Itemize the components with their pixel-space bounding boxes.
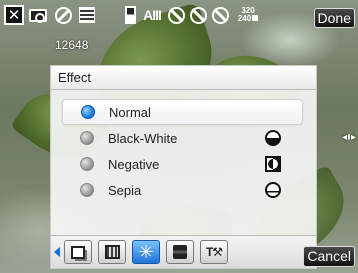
status-bar: ✕ AIII 320 240 Done <box>0 0 358 34</box>
tools-tab[interactable]: T⚒ <box>200 240 228 264</box>
sepia-icon <box>265 182 281 198</box>
option-label: Normal <box>109 104 151 120</box>
effect-dialog: Effect Normal Black-White Negative Sepia… <box>50 65 317 269</box>
radio-selected-icon[interactable] <box>81 105 95 119</box>
option-label: Negative <box>108 156 160 172</box>
stamp-tab[interactable] <box>166 240 194 264</box>
no-timer-icon[interactable] <box>166 5 186 25</box>
option-black-white[interactable]: Black-White <box>62 125 303 151</box>
negative-icon <box>265 156 281 172</box>
option-negative[interactable]: Negative <box>62 151 303 177</box>
resolution-indicator[interactable]: 320 240 <box>234 5 262 25</box>
black-white-icon <box>265 130 281 146</box>
cancel-button[interactable]: Cancel <box>303 246 355 267</box>
option-sepia[interactable]: Sepia <box>62 177 303 203</box>
no-burst-icon[interactable] <box>210 5 230 25</box>
resolution-height: 240 <box>238 15 259 23</box>
effect-option-list: Normal Black-White Negative Sepia <box>51 90 316 203</box>
stamp-icon <box>173 245 187 259</box>
scroll-left-arrow-icon[interactable] <box>54 247 60 257</box>
radio-icon[interactable] <box>80 157 94 171</box>
close-icon[interactable]: ✕ <box>4 5 24 25</box>
side-scroll-handle[interactable]: ◂ ▸ <box>342 128 356 146</box>
frame-icon <box>104 245 120 259</box>
tools-icon: T⚒ <box>205 245 223 259</box>
option-label: Black-White <box>108 130 178 146</box>
quality-icon[interactable] <box>78 5 96 25</box>
pages-tab[interactable] <box>64 240 92 264</box>
option-label: Sepia <box>108 182 142 198</box>
option-normal[interactable]: Normal <box>62 99 303 125</box>
flash-off-icon[interactable] <box>53 5 73 25</box>
radio-icon[interactable] <box>80 131 94 145</box>
shot-counter: 12648 <box>55 38 89 52</box>
dialog-title: Effect <box>51 66 316 90</box>
signal-indicator: AIII <box>143 7 162 23</box>
effect-icon: ✳ <box>138 242 154 262</box>
tab-toolbar: ✳ T⚒ <box>51 235 316 268</box>
frame-tab[interactable] <box>98 240 126 264</box>
pages-icon <box>71 245 85 259</box>
camera-icon[interactable] <box>27 5 49 25</box>
no-mode-icon[interactable] <box>188 5 208 25</box>
battery-icon <box>123 5 137 25</box>
effect-tab[interactable]: ✳ <box>132 240 160 264</box>
done-button[interactable]: Done <box>313 8 355 28</box>
radio-icon[interactable] <box>80 183 94 197</box>
